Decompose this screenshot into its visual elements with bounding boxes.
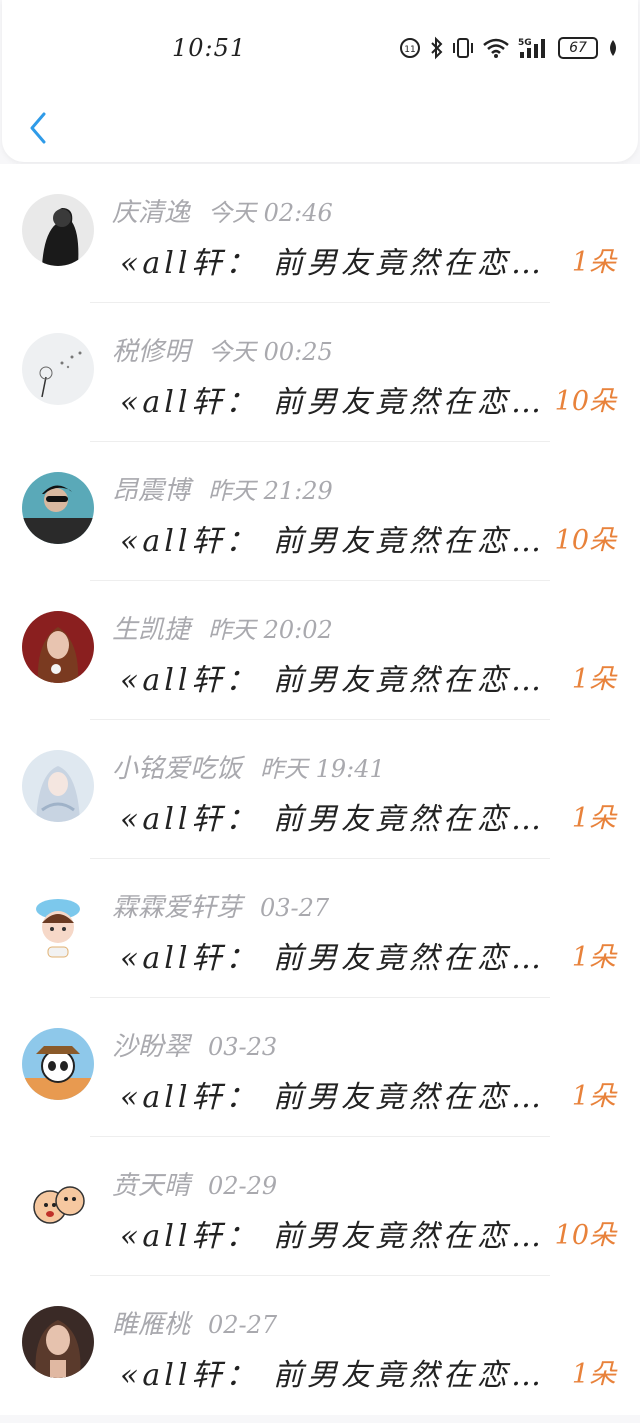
list-item[interactable]: 生凯捷 昨天 20:02 «all轩： 前男友竟然在恋… 1朵 xyxy=(0,581,640,720)
battery-level: 67 xyxy=(558,37,598,59)
flower-count: 1朵 xyxy=(571,1081,616,1112)
flower-count: 10朵 xyxy=(554,386,616,417)
sender-line: 税修明 今天 00:25 xyxy=(112,331,333,368)
flower-count: 10朵 xyxy=(554,1220,616,1251)
avatar xyxy=(22,1306,94,1378)
sender-line: 生凯捷 昨天 20:02 xyxy=(112,609,333,646)
list-item[interactable]: 税修明 今天 00:25 «all轩： 前男友竟然在恋… 10朵 xyxy=(0,303,640,442)
sender-name: 税修明 xyxy=(112,337,191,367)
avatar xyxy=(22,611,94,683)
message-time: 03-27 xyxy=(260,894,330,922)
sender-line: 睢雁桃 02-27 xyxy=(112,1304,277,1341)
message-preview: «all轩： 前男友竟然在恋… xyxy=(120,1080,545,1115)
avatar xyxy=(22,333,94,405)
message-time: 今天 02:46 xyxy=(208,199,333,227)
sender-line: 昂震博 昨天 21:29 xyxy=(112,470,333,507)
svg-text:5G: 5G xyxy=(518,38,532,48)
sender-line: 霖霖爱轩芽 03-27 xyxy=(112,887,329,924)
flower-count: 1朵 xyxy=(571,1359,616,1390)
chevron-left-icon xyxy=(30,112,46,144)
battery-icon: 67 xyxy=(558,37,598,59)
alarm-icon: 11 xyxy=(400,38,420,58)
bluetooth-icon xyxy=(431,36,443,60)
avatar xyxy=(22,194,94,266)
message-preview: «all轩： 前男友竟然在恋… xyxy=(120,941,545,976)
list-item[interactable]: 小铭爱吃饭 昨天 19:41 «all轩： 前男友竟然在恋… 1朵 xyxy=(0,720,640,859)
message-time: 02-29 xyxy=(208,1172,278,1200)
message-preview: «all轩： 前男友竟然在恋… xyxy=(120,1358,545,1393)
message-time: 昨天 21:29 xyxy=(208,477,333,505)
leaf-icon xyxy=(610,40,616,56)
sender-name: 睢雁桃 xyxy=(112,1310,191,1340)
flower-count: 1朵 xyxy=(571,803,616,834)
flower-count: 1朵 xyxy=(571,942,616,973)
list-item[interactable]: 霖霖爱轩芽 03-27 «all轩： 前男友竟然在恋… 1朵 xyxy=(0,859,640,998)
message-preview: «all轩： 前男友竟然在恋… xyxy=(120,802,545,837)
message-time: 今天 00:25 xyxy=(208,338,333,366)
sender-name: 小铭爱吃饭 xyxy=(112,754,243,784)
sender-name: 生凯捷 xyxy=(112,615,191,645)
avatar xyxy=(22,889,94,961)
avatar xyxy=(22,750,94,822)
sender-line: 贲天晴 02-29 xyxy=(112,1165,277,1202)
flower-count: 10朵 xyxy=(554,525,616,556)
back-button[interactable] xyxy=(20,106,56,150)
sender-line: 沙盼翠 03-23 xyxy=(112,1026,277,1063)
message-time: 昨天 19:41 xyxy=(260,755,385,783)
status-icons: 11 5G 67 xyxy=(398,34,620,62)
sender-name: 沙盼翠 xyxy=(112,1032,191,1062)
sender-name: 霖霖爱轩芽 xyxy=(112,893,243,923)
list-item[interactable]: 贲天晴 02-29 «all轩： 前男友竟然在恋… 10朵 xyxy=(0,1137,640,1276)
sender-name: 昂震博 xyxy=(112,476,191,506)
wifi-icon xyxy=(483,38,509,58)
sender-name: 庆清逸 xyxy=(112,198,191,228)
list-item[interactable]: 昂震博 昨天 21:29 «all轩： 前男友竟然在恋… 10朵 xyxy=(0,442,640,581)
message-preview: «all轩： 前男友竟然在恋… xyxy=(120,524,545,559)
avatar xyxy=(22,1167,94,1239)
message-preview: «all轩： 前男友竟然在恋… xyxy=(120,1219,545,1254)
sender-line: 庆清逸 今天 02:46 xyxy=(112,192,333,229)
list-item[interactable]: 睢雁桃 02-27 «all轩： 前男友竟然在恋… 1朵 xyxy=(0,1276,640,1415)
message-preview: «all轩： 前男友竟然在恋… xyxy=(120,663,545,698)
list-item[interactable]: 沙盼翠 03-23 «all轩： 前男友竟然在恋… 1朵 xyxy=(0,998,640,1137)
signal-5g-icon: 5G xyxy=(518,38,545,58)
avatar xyxy=(22,472,94,544)
message-preview: «all轩： 前男友竟然在恋… xyxy=(120,385,545,420)
message-time: 02-27 xyxy=(208,1311,278,1339)
svg-text:11: 11 xyxy=(404,45,415,55)
sender-line: 小铭爱吃饭 昨天 19:41 xyxy=(112,748,385,785)
sender-name: 贲天晴 xyxy=(112,1171,191,1201)
flower-count: 1朵 xyxy=(571,664,616,695)
message-list: 庆清逸 今天 02:46 «all轩： 前男友竟然在恋… 1朵 税修明 今天 0… xyxy=(0,164,640,1415)
message-preview: «all轩： 前男友竟然在恋… xyxy=(120,246,545,281)
list-item[interactable]: 庆清逸 今天 02:46 «all轩： 前男友竟然在恋… 1朵 xyxy=(0,164,640,303)
message-time: 昨天 20:02 xyxy=(208,616,333,644)
vibrate-icon xyxy=(453,38,473,58)
message-time: 03-23 xyxy=(208,1033,278,1061)
status-time: 10:51 xyxy=(172,34,247,62)
avatar xyxy=(22,1028,94,1100)
top-bar: 10:51 11 5G 67 xyxy=(2,0,638,162)
flower-count: 1朵 xyxy=(571,247,616,278)
